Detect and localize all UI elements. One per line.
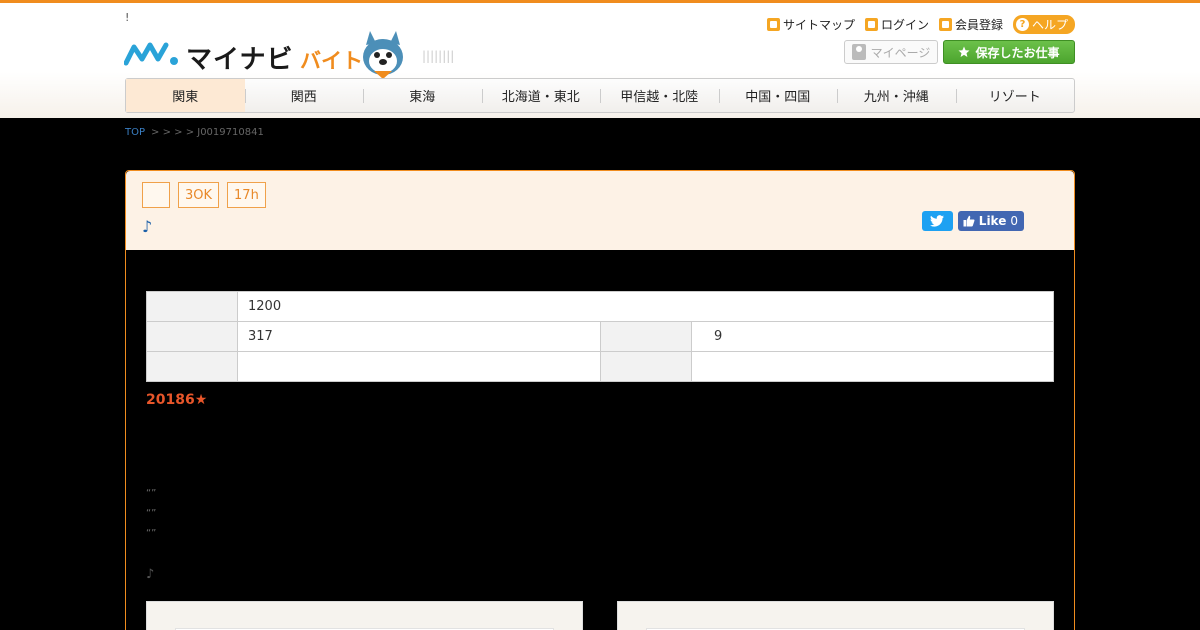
region-tab-hokkaido-tohoku[interactable]: 北海道・東北	[481, 79, 601, 112]
table-header-cell	[600, 321, 692, 352]
star-icon	[958, 46, 970, 57]
help-button[interactable]: ? ヘルプ	[1012, 15, 1075, 34]
register-link[interactable]: 会員登録	[938, 16, 1003, 33]
logo-subtext: バイト	[300, 49, 363, 73]
description-note: ♪	[146, 567, 155, 582]
region-tab-koshinetsu-hokuriku[interactable]: 甲信越・北陸	[600, 79, 719, 112]
job-title-note: ♪	[142, 217, 153, 236]
breadcrumb-trail: > > > > J0019710841	[151, 127, 264, 138]
help-icon: ?	[1015, 18, 1029, 31]
table-value-cell	[691, 351, 1054, 382]
table-link-value[interactable]: 9	[691, 321, 1054, 352]
quote-line: “”	[146, 488, 157, 499]
twitter-share-button[interactable]	[921, 211, 953, 231]
user-add-icon	[938, 18, 952, 31]
table-value-cell: 317	[237, 321, 601, 352]
table-value-cell	[237, 351, 601, 382]
job-tag: 3OK	[178, 182, 220, 208]
mascot-dog-icon	[363, 31, 403, 79]
detail-panel-left	[146, 601, 583, 630]
region-nav: 関東 関西 東海 北海道・東北 甲信越・北陸 中国・四国 九州・沖縄 リゾート	[125, 78, 1075, 113]
region-tab-chugoku-shikoku[interactable]: 中国・四国	[718, 79, 838, 112]
table-row: 317 9	[146, 321, 1054, 352]
register-label: 会員登録	[954, 18, 1003, 32]
quote-line: “”	[146, 508, 157, 519]
description-quotes: “” “” “”	[146, 484, 156, 544]
region-tab-resort[interactable]: リゾート	[955, 79, 1075, 112]
breadcrumb: TOP > > > > J0019710841	[125, 127, 264, 138]
salary-highlight: 20186★	[146, 392, 208, 408]
breadcrumb-top-link[interactable]: TOP	[125, 127, 145, 138]
thumbs-up-icon	[963, 215, 975, 227]
table-header-cell	[146, 321, 238, 352]
twitter-icon	[930, 215, 945, 227]
login-link[interactable]: ログイン	[864, 16, 929, 33]
detail-panel-right	[617, 601, 1054, 630]
site-logo[interactable]: マイナビ バイト ||||||||	[124, 31, 484, 79]
lock-icon	[864, 18, 878, 31]
logo-mark-icon	[124, 42, 178, 66]
job-tag	[142, 182, 170, 208]
site-header: ! マイナビ バイト |||||||| サイトマップ ログイン 会員登録 ? ヘ…	[0, 0, 1200, 118]
region-tab-kansai[interactable]: 関西	[244, 79, 364, 112]
sitemap-icon	[766, 18, 780, 31]
table-header-cell	[146, 351, 238, 382]
job-card-header: 3OK 17h ♪ Like 0	[126, 171, 1074, 250]
region-tab-kyushu-okinawa[interactable]: 九州・沖縄	[837, 79, 956, 112]
saved-jobs-button[interactable]: 保存したお仕事	[943, 40, 1075, 64]
mypage-label: マイページ	[870, 45, 931, 60]
quote-line: “”	[146, 528, 157, 539]
table-header-cell	[146, 291, 238, 322]
facebook-like-button[interactable]: Like 0	[957, 211, 1024, 231]
facebook-like-count: 0	[1010, 214, 1018, 228]
table-row	[146, 351, 1054, 382]
help-label: ヘルプ	[1031, 18, 1068, 32]
person-icon	[851, 44, 866, 60]
sitemap-label: サイトマップ	[782, 18, 855, 32]
facebook-like-label: Like	[978, 214, 1007, 228]
region-tab-kanto[interactable]: 関東	[126, 79, 245, 112]
utility-links: サイトマップ ログイン 会員登録 ? ヘルプ	[766, 15, 1075, 34]
job-card: 3OK 17h ♪ Like 0 1200 317 9 20186★ “” “”…	[125, 170, 1075, 630]
saved-jobs-label: 保存したお仕事	[975, 45, 1060, 60]
region-tab-tokai[interactable]: 東海	[363, 79, 482, 112]
job-info-table: 1200 317 9	[146, 291, 1054, 382]
sitemap-link[interactable]: サイトマップ	[766, 16, 855, 33]
job-tag: 17h	[227, 182, 266, 208]
logo-text: マイナビ	[186, 45, 294, 75]
mypage-button[interactable]: マイページ	[844, 40, 938, 64]
job-tags: 3OK 17h	[142, 182, 266, 208]
header-note: !	[125, 11, 130, 24]
logo-stripes: ||||||||	[422, 49, 455, 63]
wage-value: 1200	[237, 291, 1054, 322]
table-header-cell	[600, 351, 692, 382]
table-row: 1200	[146, 291, 1054, 322]
login-label: ログイン	[880, 18, 929, 32]
share-buttons: Like 0	[921, 211, 1024, 231]
